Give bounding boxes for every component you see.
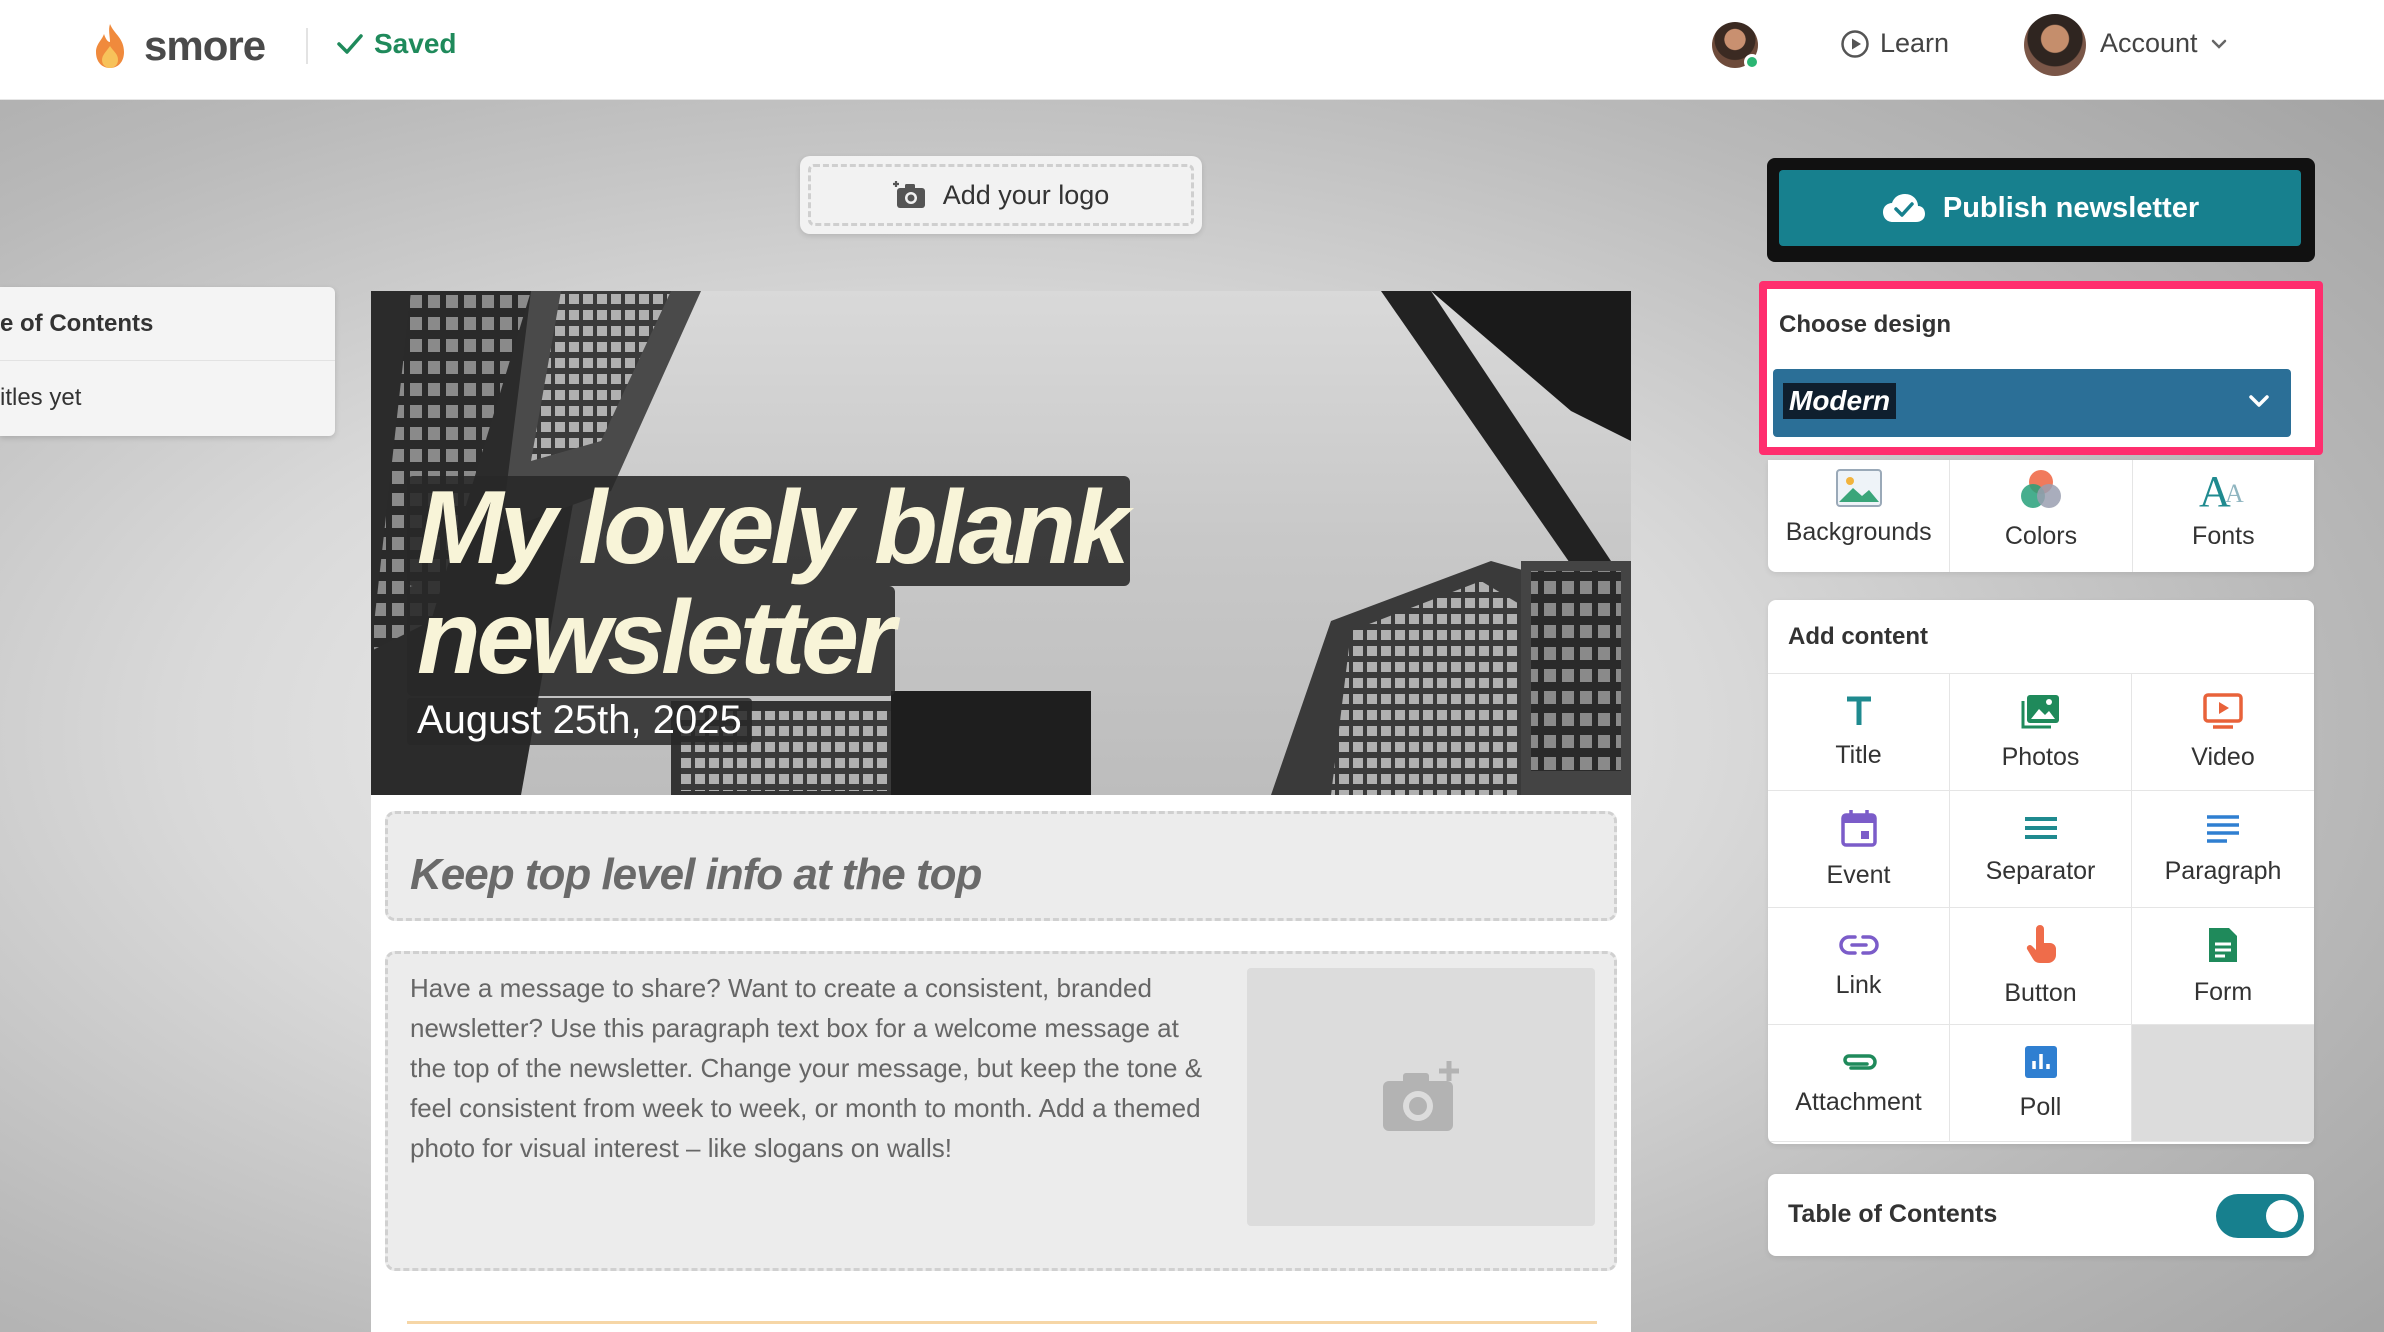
newsletter-header[interactable]: My lovely blank newsletter August 25th, … (407, 476, 1130, 745)
choose-design-section: Choose design Modern (1759, 281, 2323, 455)
saved-label: Saved (374, 28, 457, 59)
add-attachment-button[interactable]: Attachment (1768, 1025, 1950, 1142)
add-form-label: Form (2193, 977, 2253, 1006)
add-link-label: Link (1835, 970, 1882, 999)
toggle-knob (2266, 1200, 2298, 1232)
colors-icon (2020, 470, 2061, 508)
add-paragraph-button[interactable]: Paragraph (2132, 791, 2314, 908)
colors-label: Colors (2004, 522, 2078, 550)
online-status-dot (1744, 54, 1760, 70)
section-heading[interactable]: Keep top level info at the top (410, 850, 982, 900)
publish-highlight: Publish newsletter (1767, 158, 2315, 262)
content-grid: Title Photos Video Event Separator Parag… (1768, 674, 2314, 1142)
separator-line (407, 1321, 1597, 1324)
fonts-button[interactable]: A A Fonts (2133, 460, 2314, 572)
check-icon (337, 34, 363, 54)
brand-name: smore (144, 22, 266, 69)
hero-image[interactable]: My lovely blank newsletter August 25th, … (371, 291, 1631, 795)
design-select-value: Modern (1783, 383, 1897, 419)
newsletter-date[interactable]: August 25th, 2025 (407, 698, 752, 745)
add-poll-label: Poll (2019, 1092, 2062, 1121)
add-attachment-label: Attachment (1795, 1087, 1922, 1116)
table-of-contents-panel: e of Contents itles yet (0, 287, 335, 436)
newsletter-title-line2[interactable]: newsletter (407, 586, 895, 696)
title-icon (1846, 696, 1871, 725)
add-content-heading: Add content (1768, 600, 2314, 674)
add-photos-label: Photos (2001, 742, 2080, 771)
add-content-panel: Add content Title Photos Video Event Sep… (1768, 600, 2314, 1144)
add-photos-button[interactable]: Photos (1950, 674, 2132, 791)
add-paragraph-label: Paragraph (2164, 856, 2282, 885)
toc-toggle-label: Table of Contents (1788, 1200, 1998, 1228)
separator-icon (2024, 816, 2057, 839)
form-icon (2209, 927, 2237, 962)
paragraph-text[interactable]: Have a message to share? Want to create … (410, 968, 1210, 1168)
add-video-button[interactable]: Video (2132, 674, 2314, 791)
smore-logo[interactable]: smore (88, 22, 266, 70)
cloud-check-icon (1882, 194, 1925, 222)
add-poll-button[interactable]: Poll (1950, 1025, 2132, 1142)
add-separator-button[interactable]: Separator (1950, 791, 2132, 908)
style-options: Backgrounds Colors A A Fonts (1768, 460, 2314, 572)
colors-button[interactable]: Colors (1950, 460, 2133, 572)
paragraph-icon (2207, 814, 2239, 843)
toc-title: e of Contents (0, 287, 335, 361)
add-title-button[interactable]: Title (1768, 674, 1950, 791)
photo-placeholder[interactable] (1247, 968, 1595, 1226)
play-circle-icon (1841, 29, 1869, 58)
title-block[interactable]: Keep top level info at the top (385, 811, 1617, 921)
paragraph-block[interactable]: Have a message to share? Want to create … (385, 951, 1617, 1271)
account-menu[interactable]: Account (2100, 28, 2228, 59)
fonts-icon: A A (2199, 468, 2244, 512)
add-video-label: Video (2191, 742, 2255, 771)
add-button-label: Button (2004, 978, 2077, 1007)
design-select[interactable]: Modern (1773, 369, 2291, 437)
image-icon (1835, 469, 1882, 507)
add-photo-icon (892, 181, 925, 208)
svg-text:A: A (2225, 479, 2244, 508)
attachment-icon (1842, 1053, 1877, 1070)
backgrounds-label: Backgrounds (1785, 518, 1932, 546)
add-event-button[interactable]: Event (1768, 791, 1950, 908)
backgrounds-button[interactable]: Backgrounds (1768, 460, 1951, 572)
fonts-label: Fonts (2192, 522, 2255, 550)
photos-icon (2021, 694, 2059, 728)
add-photo-icon (1383, 1061, 1459, 1131)
toc-toggle-row: Table of Contents (1768, 1174, 2314, 1256)
add-separator-label: Separator (1985, 856, 2096, 885)
account-label: Account (2100, 28, 2198, 58)
learn-link[interactable]: Learn (1840, 28, 1949, 59)
pointer-icon (2026, 924, 2056, 963)
add-event-label: Event (1826, 860, 1891, 889)
video-icon (2203, 692, 2243, 729)
add-logo-label: Add your logo (942, 179, 1110, 210)
chevron-down-icon (2211, 39, 2226, 49)
add-logo-button[interactable]: Add your logo (800, 156, 1202, 234)
add-link-button[interactable]: Link (1768, 908, 1950, 1025)
newsletter-canvas: My lovely blank newsletter August 25th, … (371, 291, 1631, 1332)
account-avatar[interactable] (2024, 14, 2086, 76)
toc-toggle-switch[interactable] (2216, 1194, 2304, 1238)
add-title-label: Title (1835, 740, 1882, 769)
poll-icon (2024, 1045, 2057, 1078)
link-icon (1838, 934, 1879, 955)
flame-icon (96, 24, 124, 68)
divider (306, 28, 308, 64)
publish-label: Publish newsletter (1942, 191, 2200, 224)
chevron-down-icon (2249, 395, 2269, 407)
empty-grid-cell (2132, 1025, 2314, 1142)
learn-label: Learn (1880, 28, 1950, 58)
publish-newsletter-button[interactable]: Publish newsletter (1779, 170, 2301, 246)
calendar-icon (1840, 809, 1877, 847)
newsletter-title-line1[interactable]: My lovely blank (407, 476, 1130, 586)
add-button-button[interactable]: Button (1950, 908, 2132, 1025)
toc-empty-text: itles yet (0, 384, 82, 411)
top-bar: smore Saved Learn Account (0, 0, 2384, 100)
add-form-button[interactable]: Form (2132, 908, 2314, 1025)
saved-status: Saved (336, 28, 457, 60)
choose-design-label: Choose design (1779, 311, 1952, 338)
collaborator-avatar[interactable] (1712, 22, 1760, 70)
